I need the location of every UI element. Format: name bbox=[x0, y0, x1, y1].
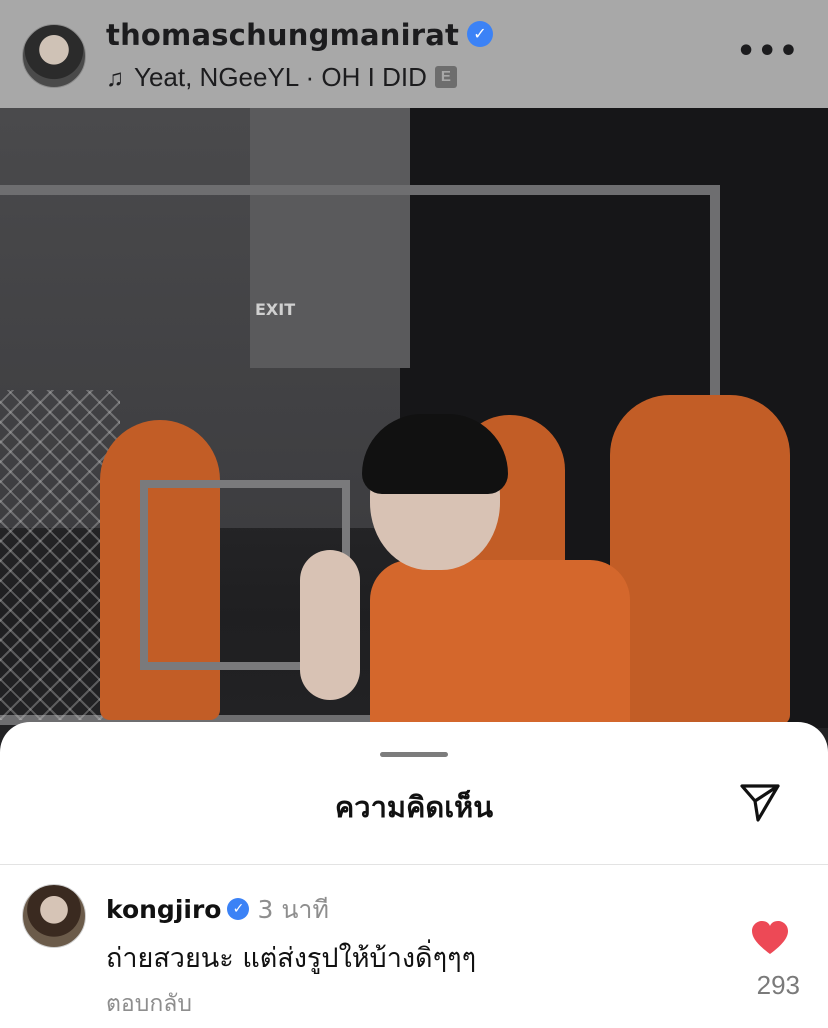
photo-jersey bbox=[370, 560, 630, 740]
post-author-name[interactable]: thomaschungmanirat ✓ bbox=[106, 18, 494, 52]
photo-person bbox=[300, 414, 640, 740]
more-options-button[interactable]: ••• bbox=[736, 34, 800, 69]
more-horizontal-icon: ••• bbox=[736, 34, 800, 69]
post-music[interactable]: ♫ Yeat, NGeeYL · OH I DID E bbox=[106, 62, 457, 93]
comment-time: 3 นาที bbox=[257, 895, 329, 924]
verified-badge-icon: ✓ bbox=[467, 21, 494, 47]
like-count: 293 bbox=[756, 970, 800, 1000]
comments-sheet: ความคิดเห็น kongjiro ✓ 3 นาที ถ่ายสวยนะ แต… bbox=[0, 722, 828, 1028]
post-author-avatar[interactable] bbox=[22, 24, 86, 88]
sheet-drag-handle[interactable] bbox=[380, 752, 448, 757]
comment-avatar[interactable] bbox=[22, 884, 86, 948]
share-button[interactable] bbox=[736, 778, 784, 826]
reply-button[interactable]: ตอบกลับ bbox=[106, 986, 192, 1022]
photo-arm bbox=[300, 550, 360, 700]
post-header: thomaschungmanirat ✓ ♫ Yeat, NGeeYL · OH I… bbox=[0, 0, 828, 108]
music-note-icon: ♫ bbox=[106, 65, 124, 92]
photo-hair bbox=[362, 414, 508, 494]
post-song-title: Yeat, NGeeYL · OH I DID bbox=[134, 62, 427, 92]
comment-username[interactable]: kongjiro bbox=[106, 895, 221, 924]
verified-badge-icon: ✓ bbox=[227, 898, 250, 920]
paper-plane-icon bbox=[740, 784, 780, 822]
sheet-title: ความคิดเห็น bbox=[334, 790, 494, 824]
explicit-badge: E bbox=[434, 66, 457, 89]
like-button[interactable] bbox=[750, 920, 790, 956]
post-author-username[interactable]: thomaschungmanirat bbox=[106, 18, 459, 52]
comment-header: kongjiro ✓ 3 นาที bbox=[106, 890, 329, 930]
comment-text: ถ่ายสวยนะ แต่ส่งรูปให้บ้างดิ่ๆๆๆ bbox=[106, 943, 477, 974]
sheet-divider bbox=[0, 864, 828, 865]
heart-icon bbox=[752, 921, 788, 954]
